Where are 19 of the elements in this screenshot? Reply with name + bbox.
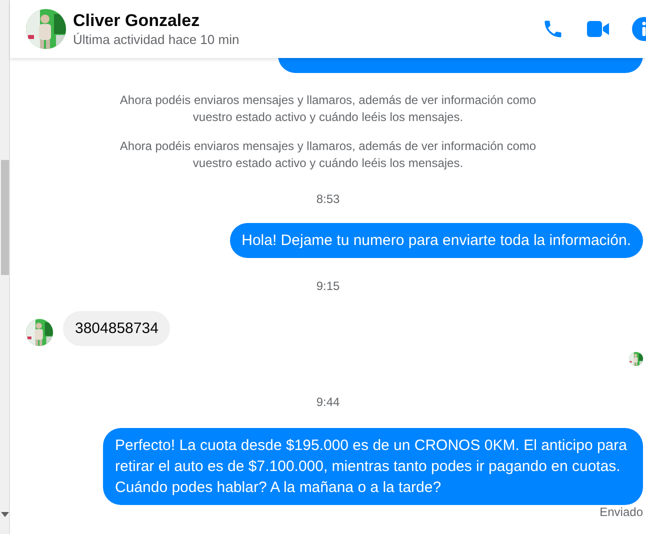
message-bubble: 3804858734: [63, 311, 170, 346]
message-bubble: Perfecto! La cuota desde $195.000 es de un CRONOS 0KM. El anticipo para retirar el auto es de $7.100.000, mientras tanto podes ir pagando en cuotas. Cuándo podes hablar? A la mañana o a la tarde?: [103, 428, 643, 505]
activity-status: Última actividad hace 10 min: [73, 30, 240, 48]
message-bubble: Hola! Dejame tu numero para enviarte toda la información.: [230, 223, 643, 258]
scroll-down-icon[interactable]: [1, 512, 9, 518]
phone-icon[interactable]: [542, 18, 564, 40]
notice-text: Ahora podéis enviaros mensajes y llamaros, además de ver información como vuestro estado activo y cuándo leéis los mensajes.: [118, 92, 538, 126]
contact-avatar: [26, 9, 66, 49]
video-camera-icon[interactable]: [586, 19, 610, 39]
scrollbar[interactable]: [0, 0, 10, 534]
notice-text: Ahora podéis enviaros mensajes y llamaros, además de ver información como vuestro estado activo y cuándo leéis los mensajes.: [118, 138, 538, 172]
sent-status: Enviado: [600, 504, 643, 521]
timestamp: 8:53: [316, 191, 340, 208]
contact-name[interactable]: Cliver Gonzalez: [73, 10, 240, 30]
seen-avatar: [629, 352, 643, 366]
avatar: [26, 319, 53, 346]
timestamp: 9:44: [316, 394, 340, 411]
scrollbar-thumb[interactable]: [1, 160, 9, 275]
timestamp: 9:15: [316, 278, 340, 295]
